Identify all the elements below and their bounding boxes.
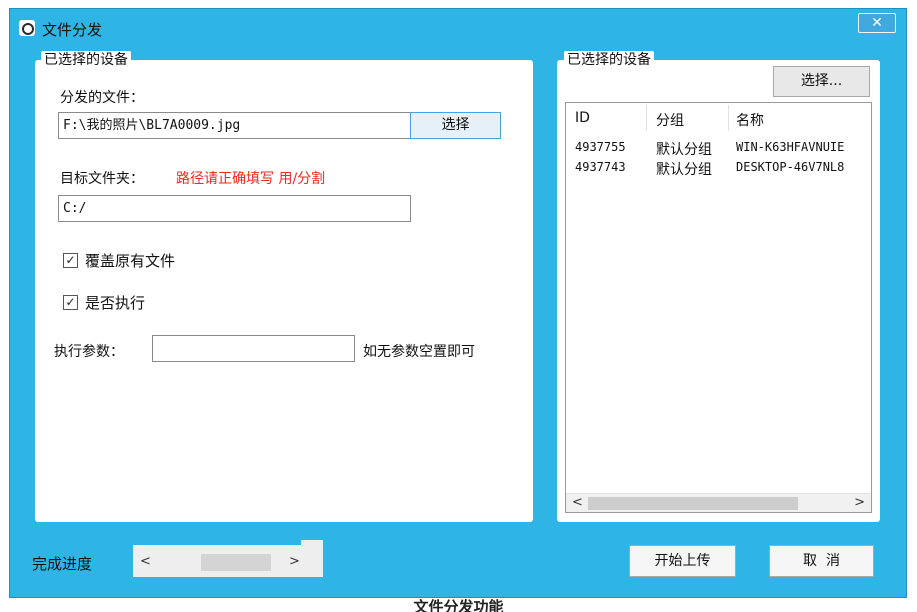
title-bar: 文件分发 ✕ xyxy=(10,9,906,45)
select-devices-button[interactable]: 选择... xyxy=(773,66,870,97)
target-path-hint: 路径请正确填写 用/分割 xyxy=(176,171,326,187)
column-id[interactable]: ID xyxy=(575,110,590,126)
start-upload-button[interactable]: 开始上传 xyxy=(629,545,736,577)
params-hint: 如无参数空置即可 xyxy=(363,344,475,360)
progress-label: 完成进度 xyxy=(32,555,93,573)
execute-checkbox[interactable]: ✓ 是否执行 xyxy=(63,292,145,313)
target-folder-field[interactable]: C:/ xyxy=(58,195,411,222)
overwrite-label: 覆盖原有文件 xyxy=(85,252,176,270)
device-list-header: ID 分组 名称 xyxy=(566,103,871,133)
params-label: 执行参数： xyxy=(54,344,124,360)
device-id: 4937743 xyxy=(575,160,626,174)
device-list-scrollbar[interactable]: < > xyxy=(566,493,871,512)
execute-label: 是否执行 xyxy=(85,294,146,312)
device-id: 4937755 xyxy=(575,140,626,154)
progress-scrollbar[interactable]: < > xyxy=(133,540,323,577)
close-button[interactable]: ✕ xyxy=(858,13,896,33)
execute-check-icon[interactable]: ✓ xyxy=(63,295,78,310)
left-panel-legend: 已选择的设备 xyxy=(41,51,131,69)
column-name[interactable]: 名称 xyxy=(736,110,764,130)
scroll-right-icon[interactable]: > xyxy=(854,495,865,510)
device-row[interactable]: 4937743 默认分组 DESKTOP-46V7NL8 xyxy=(566,160,871,180)
column-group[interactable]: 分组 xyxy=(656,110,684,130)
device-name: DESKTOP-46V7NL8 xyxy=(736,160,845,174)
progress-right-icon[interactable]: > xyxy=(289,554,300,569)
app-logo-icon xyxy=(19,20,35,36)
progress-thumb[interactable] xyxy=(201,554,271,571)
overwrite-check-icon[interactable]: ✓ xyxy=(63,253,78,268)
progress-notch xyxy=(301,540,323,550)
selected-devices-panel: 已选择的设备 选择... ID 分组 名称 4937755 默认分组 WIN-K… xyxy=(557,51,880,522)
file-distribution-window: 文件分发 ✕ 已选择的设备 分发的文件： F:\我的照片\BL7A0009.jp… xyxy=(9,8,907,598)
device-list[interactable]: ID 分组 名称 4937755 默认分组 WIN-K63HFAVNUIE 49… xyxy=(565,102,872,513)
window-title: 文件分发 xyxy=(42,21,103,39)
device-group: 默认分组 xyxy=(656,142,712,158)
right-panel-legend: 已选择的设备 xyxy=(564,51,654,69)
column-separator xyxy=(728,105,729,131)
file-settings-panel: 已选择的设备 分发的文件： F:\我的照片\BL7A0009.jpg 选择 目标… xyxy=(35,51,533,522)
progress-left-icon[interactable]: < xyxy=(140,554,151,569)
column-separator xyxy=(646,105,647,131)
scrollbar-thumb[interactable] xyxy=(588,497,798,510)
device-group: 默认分组 xyxy=(656,162,712,178)
device-row[interactable]: 4937755 默认分组 WIN-K63HFAVNUIE xyxy=(566,140,871,160)
target-folder-label: 目标文件夹： xyxy=(60,171,144,187)
cancel-button[interactable]: 取 消 xyxy=(769,545,874,577)
file-path-field[interactable]: F:\我的照片\BL7A0009.jpg xyxy=(58,112,411,139)
device-name: WIN-K63HFAVNUIE xyxy=(736,140,845,154)
overwrite-checkbox[interactable]: ✓ 覆盖原有文件 xyxy=(63,250,175,271)
figure-caption: 文件分发功能 xyxy=(413,598,504,612)
select-file-button[interactable]: 选择 xyxy=(410,112,501,139)
file-label: 分发的文件： xyxy=(60,90,144,106)
scroll-left-icon[interactable]: < xyxy=(572,495,583,510)
params-field[interactable] xyxy=(152,335,355,362)
